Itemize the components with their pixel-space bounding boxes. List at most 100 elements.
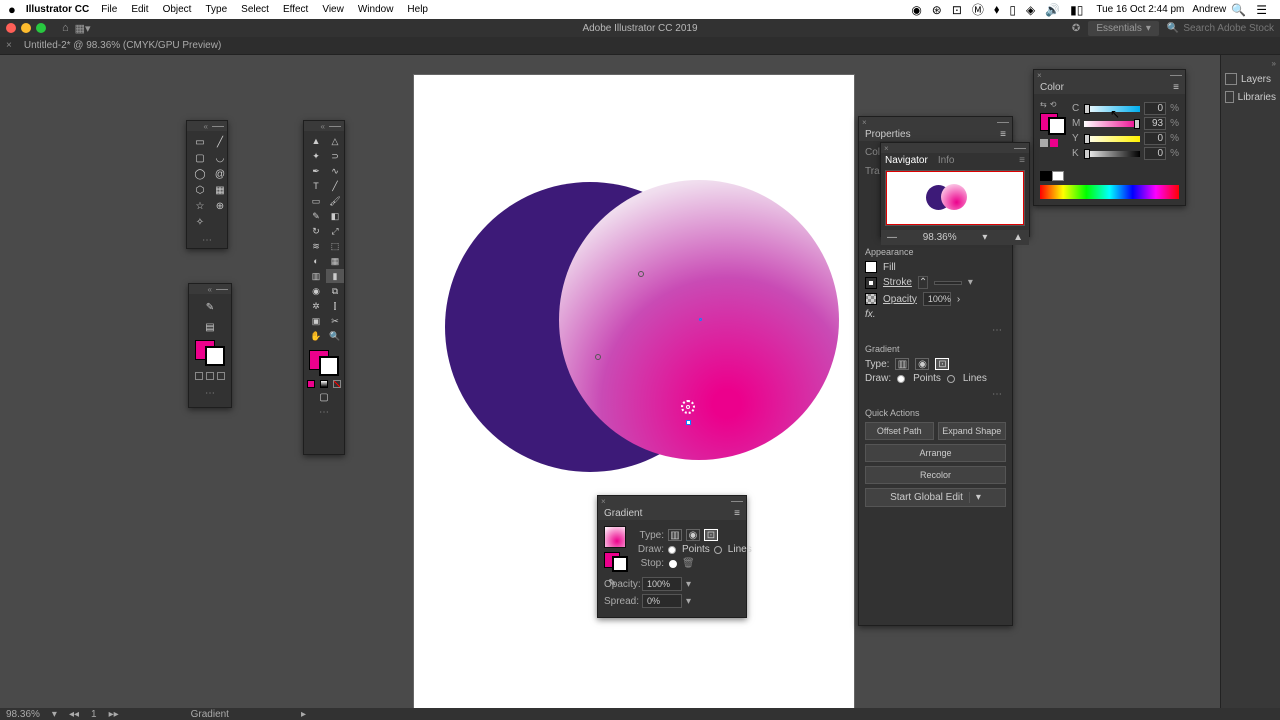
polygon-tool-icon[interactable]: ⬡ bbox=[191, 183, 209, 197]
tray-icon[interactable]: ⊡ bbox=[952, 3, 962, 17]
dropdown-icon[interactable]: ▾ bbox=[969, 492, 981, 503]
gradient-annotator-handle[interactable] bbox=[699, 318, 702, 321]
stroke-swatch[interactable] bbox=[1048, 117, 1066, 135]
menu-type[interactable]: Type bbox=[205, 4, 227, 15]
gradient-origin-handle[interactable] bbox=[681, 400, 695, 414]
hand-tool-icon[interactable]: ✋ bbox=[307, 329, 325, 343]
panel-menu-icon[interactable]: ≡ bbox=[1019, 155, 1025, 166]
k-input[interactable]: 0 bbox=[1144, 147, 1166, 160]
zoom-dropdown-icon[interactable]: ▾ bbox=[52, 709, 57, 720]
freeform-gradient-button[interactable]: ⊡ bbox=[935, 358, 949, 370]
none-mode-icon[interactable] bbox=[217, 372, 225, 380]
menu-effect[interactable]: Effect bbox=[283, 4, 308, 15]
line-segment-tool-icon[interactable]: ╱ bbox=[326, 179, 344, 193]
menu-select[interactable]: Select bbox=[241, 4, 269, 15]
dropdown-icon[interactable]: ▾ bbox=[968, 277, 976, 288]
swap-fill-stroke-icon[interactable]: ⇆ bbox=[1040, 100, 1047, 109]
artboard-nav-prev-icon[interactable]: ◂◂ bbox=[69, 709, 79, 720]
panel-menu-icon[interactable]: ≡ bbox=[1000, 129, 1006, 140]
menu-object[interactable]: Object bbox=[163, 4, 192, 15]
recolor-button[interactable]: Recolor bbox=[865, 466, 1006, 484]
gradient-tool-icon[interactable]: ▮ bbox=[326, 269, 344, 283]
close-tab-icon[interactable]: × bbox=[6, 40, 12, 51]
gradient-fill-stroke[interactable] bbox=[604, 552, 628, 572]
tray-icon[interactable]: Ⓜ bbox=[972, 1, 984, 18]
column-graph-tool-icon[interactable]: ⫿ bbox=[326, 299, 344, 313]
default-fill-stroke-icon[interactable]: ⟲ bbox=[1050, 100, 1057, 109]
perspective-tool-icon[interactable]: ▦ bbox=[326, 254, 344, 268]
more-icon[interactable]: ⋯ bbox=[205, 386, 215, 401]
color-panel[interactable]: × Color ≡ ⇆ ⟲ C 0 % bbox=[1033, 69, 1186, 206]
scale-tool-icon[interactable]: ⤢ bbox=[326, 224, 344, 238]
stroke-swatch[interactable] bbox=[612, 556, 628, 572]
dropdown-icon[interactable]: ▾ bbox=[686, 579, 694, 590]
zoom-out-icon[interactable]: — bbox=[887, 232, 897, 243]
rectangle-tool-icon[interactable]: ▭ bbox=[307, 194, 325, 208]
color-mode-icon[interactable] bbox=[307, 380, 315, 388]
fill-stroke-indicator[interactable] bbox=[195, 340, 225, 366]
c-input[interactable]: 0 bbox=[1144, 102, 1166, 115]
eyedropper-tool-icon[interactable]: ✎ bbox=[201, 300, 219, 314]
width-tool-icon[interactable]: ≋ bbox=[307, 239, 325, 253]
screen-mode-icon[interactable]: ▢ bbox=[304, 390, 344, 405]
free-transform-tool-icon[interactable]: ⬚ bbox=[326, 239, 344, 253]
radial-gradient-button[interactable]: ◉ bbox=[915, 358, 929, 370]
arrange-documents-icon[interactable]: ▦▾ bbox=[75, 22, 91, 35]
radial-gradient-button[interactable]: ◉ bbox=[686, 529, 700, 541]
close-icon[interactable]: × bbox=[601, 497, 606, 506]
tools-palette-small[interactable]: « ▭ ╱ ▢ ◡ ◯ @ ⬡ ▦ ☆ ⊕ ✧ ⋯ bbox=[186, 120, 228, 249]
right-panel-dock[interactable]: » Layers Libraries bbox=[1220, 55, 1280, 715]
measure-tool-icon[interactable]: ▤ bbox=[201, 320, 219, 334]
color-mode-icon[interactable] bbox=[1050, 139, 1058, 147]
color-spectrum[interactable] bbox=[1040, 185, 1179, 199]
path-point[interactable] bbox=[638, 271, 644, 277]
type-tool-icon[interactable]: T bbox=[307, 179, 325, 193]
zoom-tool-icon[interactable]: 🔍 bbox=[326, 329, 344, 343]
eyedropper-tool-icon[interactable]: ◉ bbox=[307, 284, 325, 298]
app-menu[interactable]: Illustrator CC bbox=[26, 4, 89, 15]
opacity-arrow-icon[interactable]: › bbox=[957, 294, 960, 305]
rectangle-tool-icon[interactable]: ▭ bbox=[191, 135, 209, 149]
gradient-mode-icon[interactable] bbox=[206, 372, 214, 380]
draw-points-radio[interactable] bbox=[897, 375, 905, 383]
selection-tool-icon[interactable]: ▲ bbox=[307, 134, 325, 148]
color-mode-icon[interactable] bbox=[195, 372, 203, 380]
workspace-switcher[interactable]: Essentials▾ bbox=[1088, 21, 1159, 36]
ellipse-tool-icon[interactable]: ◯ bbox=[191, 167, 209, 181]
none-mode-icon[interactable] bbox=[333, 380, 341, 388]
gradient-mode-icon[interactable] bbox=[320, 380, 328, 388]
wifi-icon[interactable]: ◈ bbox=[1026, 3, 1035, 17]
m-input[interactable]: 93 bbox=[1144, 117, 1166, 130]
arrange-button[interactable]: Arrange bbox=[865, 444, 1006, 462]
menu-window[interactable]: Window bbox=[358, 4, 394, 15]
black-swatch[interactable] bbox=[1040, 171, 1052, 181]
stroke-swatch[interactable] bbox=[319, 356, 339, 376]
doc-setup-icon[interactable]: ✪ bbox=[1072, 23, 1080, 34]
info-tab[interactable]: Info bbox=[938, 155, 955, 166]
stroke-weight-stepper[interactable]: ⌃ bbox=[918, 276, 928, 289]
home-icon[interactable]: ⌂ bbox=[62, 22, 69, 34]
fill-swatch[interactable] bbox=[865, 261, 877, 273]
fill-stroke-indicator[interactable] bbox=[1040, 113, 1066, 135]
curvature-tool-icon[interactable]: ∿ bbox=[326, 164, 344, 178]
edit-toolbar-icon[interactable]: ⋯ bbox=[304, 405, 344, 420]
user-menu[interactable]: Andrew bbox=[1192, 4, 1226, 15]
close-icon[interactable]: × bbox=[1037, 71, 1042, 80]
pen-tool-icon[interactable]: ✒ bbox=[307, 164, 325, 178]
fx-icon[interactable]: fx. bbox=[865, 309, 876, 320]
out-of-gamut-icon[interactable] bbox=[1040, 139, 1048, 147]
grid-tool-icon[interactable]: ▦ bbox=[211, 183, 229, 197]
y-slider[interactable] bbox=[1084, 136, 1140, 142]
delete-stop-icon[interactable]: 🗑 bbox=[682, 558, 695, 569]
line-tool-icon[interactable]: ╱ bbox=[211, 135, 229, 149]
y-input[interactable]: 0 bbox=[1144, 132, 1166, 145]
artboard-tool-icon[interactable]: ▣ bbox=[307, 314, 325, 328]
more-tools-icon[interactable]: ⋯ bbox=[187, 233, 227, 248]
maximize-icon[interactable] bbox=[36, 23, 46, 33]
zoom-dropdown-icon[interactable]: ▾ bbox=[982, 232, 987, 243]
blend-tool-icon[interactable]: ⧉ bbox=[326, 284, 344, 298]
zoom-value[interactable]: 98.36% bbox=[923, 232, 957, 243]
clock[interactable]: Tue 16 Oct 2:44 pm bbox=[1096, 4, 1184, 15]
shape-builder-tool-icon[interactable]: ◐ bbox=[307, 254, 325, 268]
menu-help[interactable]: Help bbox=[407, 4, 428, 15]
